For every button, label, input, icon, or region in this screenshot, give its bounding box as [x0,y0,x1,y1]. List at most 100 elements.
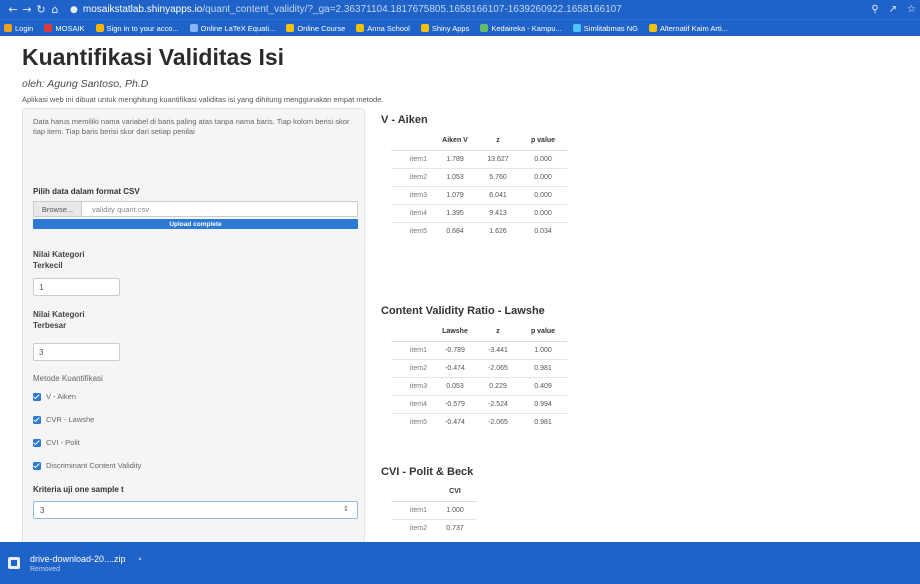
table-cell: 0.229 [477,376,519,395]
row-label: item3 [391,376,433,395]
table-row: item1 1.789 13.627 0.000 [391,149,567,168]
bookmark-item[interactable]: Online Course [286,24,345,33]
table-row: item5 0.684 1.626 0.034 [391,221,567,240]
table-cell: 1.053 [433,167,477,186]
row-label: item1 [391,149,433,168]
bookmarks-bar: Login MOSAIK Sign in to your acco... Online… [0,19,920,36]
search-icon[interactable]: ⚲ [871,4,878,15]
cvi-table: CVI item1 1.000 item2 0.737 [391,483,477,537]
bookmark-item[interactable]: Sign in to your acco... [95,23,179,33]
checkbox-checked-icon[interactable] [33,438,41,447]
table-cell: 0.994 [519,394,567,413]
column-header: p value [519,132,567,151]
column-header: z [477,132,519,151]
bookmark-item[interactable]: Simlitabmas NG [572,23,638,33]
table-cell: 1.000 [519,340,567,359]
table-cell: 0.737 [433,518,477,537]
forward-icon[interactable]: → [20,0,34,19]
table-cell: 0.000 [519,167,567,186]
row-label: item1 [391,500,433,519]
back-icon[interactable]: ← [6,0,20,19]
home-icon[interactable]: ⌂ [48,0,62,19]
aiken-heading: V - Aiken [381,114,428,126]
bookmark-label: Sign in to your acco... [106,23,179,33]
min-category-input[interactable]: 1 [33,278,120,296]
column-header: CVI [433,483,477,502]
bookmark-favicon-icon [572,24,581,32]
table-cell: -3.441 [477,340,519,359]
reload-icon[interactable]: ↻ [34,0,48,19]
bookmark-favicon-icon [95,24,104,32]
bookmark-label: Simlitabmas NG [583,23,638,33]
row-label: item5 [391,221,433,240]
bookmark-item[interactable]: Alternatif Kaim Arti... [648,24,728,33]
column-header: z [477,323,519,342]
table-cell: 0.684 [433,221,477,240]
download-item[interactable]: drive-download-20....zip Removed [30,554,126,573]
table-cell: -2.524 [477,394,519,413]
bookmark-favicon-icon [189,24,198,32]
page-title: Kuantifikasi Validitas Isi [22,44,285,70]
sidebar-panel: Data harus memiliki nama variabel di bar… [22,108,365,542]
bookmark-item[interactable]: Anna School [356,24,410,33]
chevron-up-icon[interactable]: ˄ [138,558,143,568]
column-header: Aiken V [433,132,477,151]
aiken-table: Aiken Vzp value item1 1.789 13.627 0.000 item… [391,132,567,240]
table-row: item1 -0.789 -3.441 1.000 [391,340,567,359]
method-checkbox-aiken[interactable]: V - Aiken [33,392,76,401]
table-row: item4 -0.579 -2.524 0.994 [391,394,567,413]
bookmark-item[interactable]: Online LaTeX Equati... [189,23,276,33]
row-label: item1 [391,340,433,359]
bookmark-item[interactable]: Kedaireka - Kampu... [480,24,562,33]
lawshe-heading: Content Validity Ratio - Lawshe [381,305,545,317]
column-header: p value [519,323,567,342]
share-icon[interactable]: ↗ [889,4,897,15]
checkbox-checked-icon[interactable] [33,392,41,401]
row-label: item2 [391,518,433,537]
bookmark-favicon-icon [44,24,53,32]
table-header-row: CVI [391,483,477,502]
address-bar[interactable]: ● mosaikstatlab.shinyapps.io /quant_cont… [70,0,760,19]
cvi-heading: CVI - Polit & Beck [381,466,474,478]
method-checkbox-cvi[interactable]: CVI - Polit [33,438,80,447]
table-cell: -0.789 [433,340,477,359]
column-header: Lawshe [433,323,477,342]
upload-progress-bar: Upload complete [33,219,358,229]
row-label: item5 [391,412,433,431]
table-header-row: Lawshe z p value [391,323,567,342]
table-header-row: Aiken Vzp value [391,132,567,151]
table-cell: 1.789 [433,149,477,168]
criteria-select[interactable]: 3 ↕ [33,501,358,519]
table-cell: 1.000 [433,500,477,519]
bookmark-favicon-icon [286,24,295,32]
table-cell: 1.395 [433,203,477,222]
method-checkbox-dcv[interactable]: Discriminant Content Validity [33,461,141,470]
table-cell: -2.065 [477,358,519,377]
row-label: item3 [391,185,433,204]
criteria-label: Kriteria uji one sample t [33,485,124,494]
toolbar-actions: ⚲ ↗ ☆ [871,0,916,19]
checkbox-checked-icon[interactable] [33,415,41,424]
bookmark-label: Online LaTeX Equati... [200,23,276,33]
bookmark-item[interactable]: Login [4,24,33,33]
bookmark-item[interactable]: MOSAIK [44,24,85,33]
table-cell: 1.079 [433,185,477,204]
bookmark-item[interactable]: Shiny Apps [420,23,470,33]
table-row: item3 1.079 6.041 0.000 [391,185,567,204]
browse-button[interactable]: Browse... [34,202,82,216]
download-status: Removed [30,565,60,573]
bookmark-label: Shiny Apps [431,23,470,33]
checkbox-checked-icon[interactable] [33,461,41,470]
bookmark-favicon-icon [356,24,365,32]
file-input[interactable]: Browse... validity quant.csv [33,201,358,217]
url-path: /quant_content_validity/?_ga=2.36371104.… [202,4,622,15]
bookmark-star-icon[interactable]: ☆ [907,4,916,15]
method-checkbox-cvr[interactable]: CVR - Lawshe [33,415,94,424]
max-category-input[interactable]: 3 [33,343,120,361]
bookmark-label: Anna School [367,23,410,33]
table-cell: 0.034 [519,221,567,240]
page-description: Aplikasi web ini dibuat untuk menghitung… [22,95,384,104]
min-category-label: Nilai Kategori Terkecil [33,250,85,270]
table-cell: 5.760 [477,167,519,186]
table-cell: -2.065 [477,412,519,431]
